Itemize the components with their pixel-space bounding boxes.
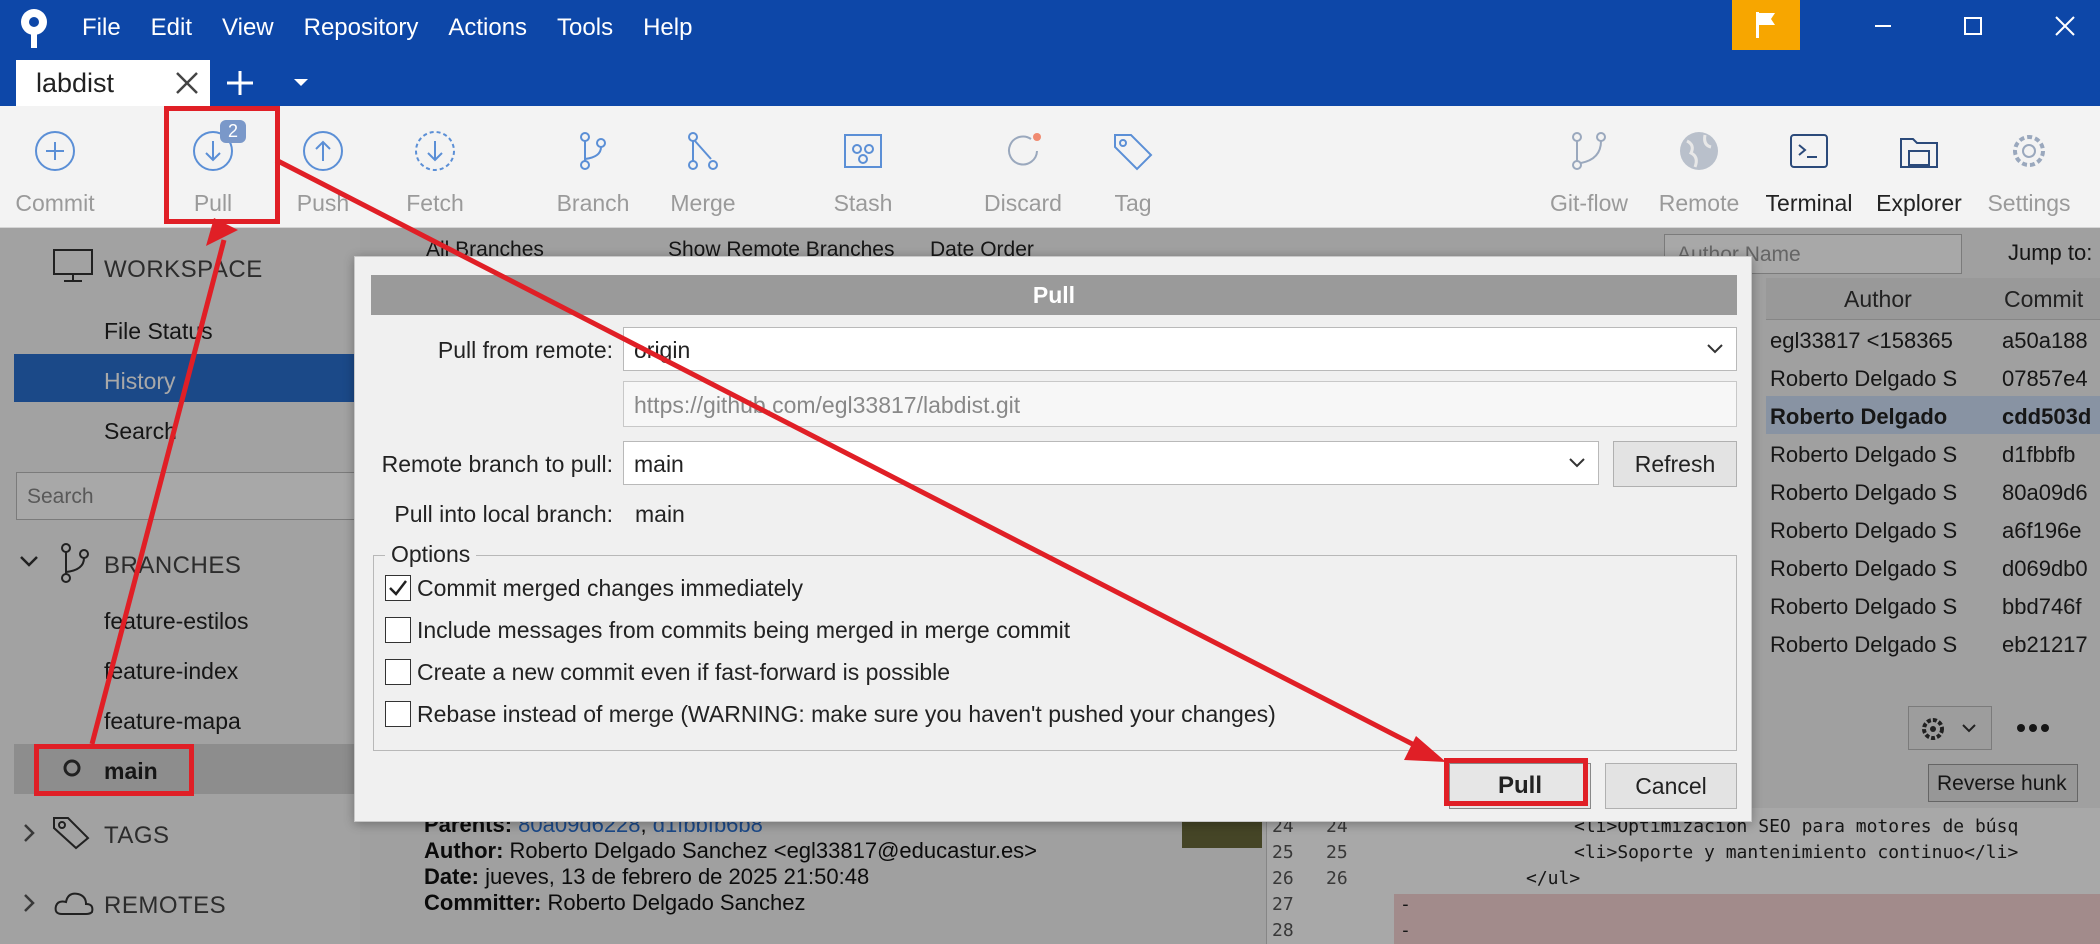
local-branch-value: main [635, 501, 685, 527]
terminal-button[interactable]: Terminal [1754, 106, 1864, 226]
option-checkbox-no-fast-forward[interactable] [385, 659, 411, 685]
tab-dropdown-icon[interactable] [290, 72, 312, 92]
menu-view[interactable]: View [222, 14, 274, 42]
stash-icon [844, 134, 882, 168]
merge-icon [688, 132, 718, 170]
remote-url-field: https://github.com/egl33817/labdist.git [623, 381, 1737, 427]
menu-bar: File Edit View Repository Actions Tools … [82, 0, 722, 56]
minimize-icon [1875, 25, 1891, 27]
discard-label: Discard [984, 190, 1062, 216]
checkmark-icon [389, 580, 407, 596]
remote-button[interactable]: Remote [1644, 106, 1754, 226]
remote-select[interactable]: origin [623, 327, 1737, 371]
chevron-down-icon [1707, 344, 1723, 354]
gitflow-label: Git-flow [1550, 190, 1628, 216]
remote-branch-label: Remote branch to pull: [381, 451, 613, 477]
remote-select-value: origin [634, 337, 691, 363]
discard-button[interactable]: Discard [968, 106, 1078, 226]
fetch-button[interactable]: Fetch [380, 106, 490, 226]
branch-label: Branch [556, 190, 630, 216]
maximize-button[interactable] [1938, 0, 2008, 52]
add-tab-icon[interactable] [222, 68, 258, 98]
cancel-button[interactable]: Cancel [1605, 763, 1737, 809]
refresh-button[interactable]: Refresh [1613, 441, 1737, 487]
commit-label: Commit [15, 190, 95, 216]
close-tab-icon[interactable] [174, 70, 200, 96]
repo-tab-label: labdist [36, 67, 115, 98]
pull-from-remote-label: Pull from remote: [437, 337, 613, 363]
gitflow-button[interactable]: Git-flow [1534, 106, 1644, 226]
gear-icon [2013, 135, 2045, 167]
minimize-button[interactable] [1848, 0, 1918, 52]
discard-icon [1008, 133, 1041, 166]
menu-tools[interactable]: Tools [557, 14, 613, 42]
stash-label: Stash [833, 190, 893, 216]
fetch-icon [415, 131, 455, 171]
local-branch-label: Pull into local branch: [394, 501, 613, 527]
pull-dialog: Pull Pull from remote: origin https://gi… [354, 256, 1752, 822]
close-icon [2055, 16, 2075, 36]
push-button[interactable]: Push [268, 106, 378, 226]
repo-tab[interactable]: labdist [16, 60, 210, 106]
stash-button[interactable]: Stash [808, 106, 918, 226]
branch-icon [580, 132, 606, 170]
menu-help[interactable]: Help [643, 14, 692, 42]
highlight-pull-toolbar [164, 106, 280, 224]
globe-icon [1680, 132, 1718, 170]
option-checkbox-commit-immediately[interactable] [385, 575, 411, 601]
terminal-icon [1790, 134, 1828, 168]
explorer-icon [1900, 138, 1938, 168]
explorer-button[interactable]: Explorer [1864, 106, 1974, 226]
merge-label: Merge [670, 190, 736, 216]
branch-button[interactable]: Branch [538, 106, 648, 226]
highlight-main-branch [34, 744, 194, 796]
menu-actions[interactable]: Actions [448, 14, 527, 42]
notification-flag-button[interactable] [1732, 0, 1800, 50]
chevron-down-icon [1569, 458, 1585, 468]
dialog-title: Pull [371, 275, 1737, 315]
tag-button[interactable]: Tag [1078, 106, 1188, 226]
commit-button[interactable]: Commit [0, 106, 110, 226]
menu-edit[interactable]: Edit [151, 14, 192, 42]
remote-branch-value: main [634, 451, 684, 477]
option-label[interactable]: Rebase instead of merge (WARNING: make s… [417, 701, 1276, 728]
tag-label: Tag [1114, 190, 1152, 216]
merge-button[interactable]: Merge [648, 106, 758, 226]
option-label[interactable]: Create a new commit even if fast-forward… [417, 659, 950, 686]
fetch-label: Fetch [406, 190, 464, 216]
highlight-pull-confirm [1444, 758, 1588, 806]
gitflow-icon [1572, 132, 1606, 170]
option-label[interactable]: Commit merged changes immediately [417, 575, 803, 602]
sourcetree-logo-icon [21, 9, 47, 48]
toolbar: Commit 2 Pull Push Fetch Branch Merge St… [0, 106, 2100, 228]
tab-strip: labdist [0, 56, 2100, 106]
options-legend: Options [385, 541, 477, 568]
tag-icon [1114, 134, 1153, 171]
option-label[interactable]: Include messages from commits being merg… [417, 617, 1070, 644]
explorer-label: Explorer [1876, 190, 1962, 216]
remote-label: Remote [1658, 190, 1740, 216]
terminal-label: Terminal [1765, 190, 1853, 216]
menu-repository[interactable]: Repository [304, 14, 419, 42]
remote-branch-select[interactable]: main [623, 441, 1599, 485]
option-checkbox-include-messages[interactable] [385, 617, 411, 643]
push-label: Push [296, 190, 350, 216]
commit-icon [35, 131, 75, 171]
option-checkbox-rebase[interactable] [385, 701, 411, 727]
title-bar: File Edit View Repository Actions Tools … [0, 0, 2100, 56]
close-window-button[interactable] [2030, 0, 2100, 52]
settings-label: Settings [1987, 190, 2071, 216]
maximize-icon [1964, 17, 1982, 35]
settings-button[interactable]: Settings [1974, 106, 2084, 226]
push-icon [303, 131, 343, 171]
menu-file[interactable]: File [82, 14, 121, 42]
flag-icon [1756, 12, 1775, 38]
